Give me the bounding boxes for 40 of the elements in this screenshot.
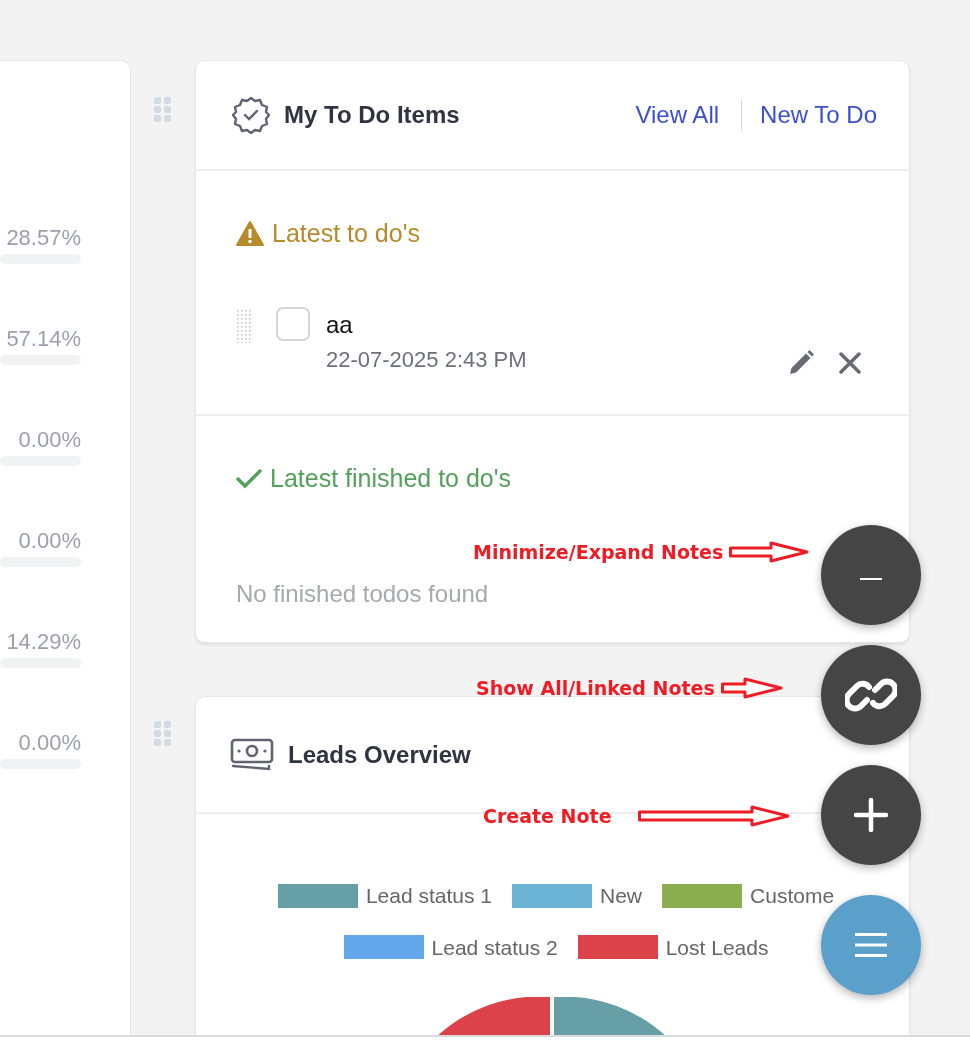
todo-text: aa	[326, 309, 354, 340]
scrollbar-track[interactable]	[0, 1035, 970, 1046]
todo-date: 22-07-2025 2:43 PM	[326, 345, 527, 374]
legend-label: Custome	[750, 883, 835, 909]
minus-icon	[860, 578, 882, 582]
section-heading: Latest to do's	[272, 218, 420, 249]
delete-icon[interactable]	[839, 351, 861, 374]
drag-handle-icon[interactable]	[154, 721, 172, 747]
percentage-text: 57.14%	[6, 328, 81, 350]
edit-icon[interactable]	[787, 348, 815, 377]
link-button[interactable]	[821, 645, 921, 745]
check-badge-icon	[232, 96, 270, 134]
section-heading: Latest finished to do's	[270, 463, 512, 494]
menu-icon	[855, 932, 887, 958]
header-link[interactable]: New To Do	[760, 97, 877, 133]
percentage-text: 28.57%	[6, 227, 81, 249]
arrow-icon	[729, 541, 810, 564]
drag-dots-icon[interactable]	[236, 308, 252, 343]
drag-handle-icon[interactable]	[154, 97, 172, 123]
legend-label: New	[600, 883, 643, 909]
annotation-text: Create Note	[483, 804, 612, 829]
annotation-text: Show All/Linked Notes	[476, 676, 715, 701]
percentage-text: 0.00%	[18, 530, 81, 552]
arrow-icon	[637, 805, 790, 828]
percentage-text: 14.29%	[6, 631, 81, 653]
banknote-icon	[230, 737, 274, 772]
warning-icon	[236, 221, 264, 247]
legend-label: Lead status 2	[431, 934, 558, 961]
card-title: Leads Overview	[288, 739, 471, 770]
checkbox[interactable]	[276, 306, 310, 341]
card-title: My To Do Items	[284, 100, 460, 130]
header-link[interactable]: View All	[635, 97, 720, 133]
annotation-text: Minimize/Expand Notes	[473, 540, 724, 565]
percentage-text: 0.00%	[18, 732, 81, 754]
legend-label: Lead status 1	[365, 883, 492, 909]
check-icon	[236, 468, 262, 489]
percentage-text: 0.00%	[18, 429, 81, 451]
legend-label: Lost Leads	[665, 934, 769, 961]
plus-icon	[854, 798, 888, 832]
empty-message: No finished todos found	[236, 578, 490, 609]
